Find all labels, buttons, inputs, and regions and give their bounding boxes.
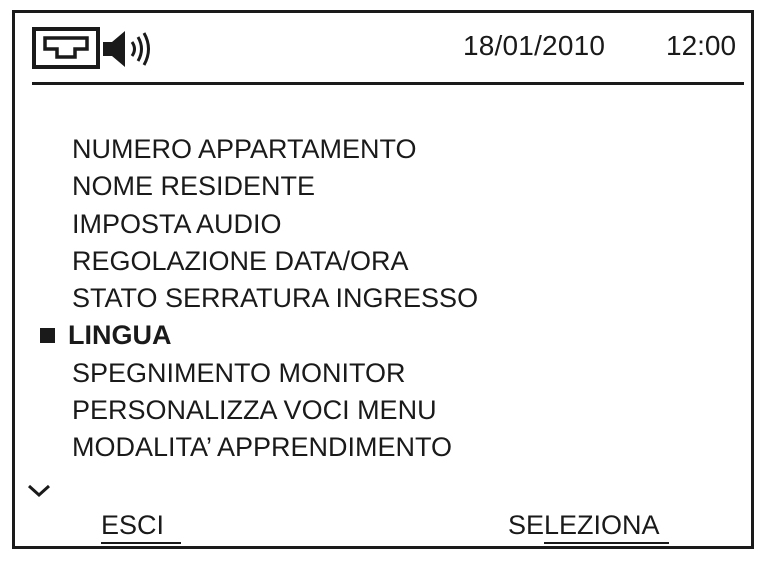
softkey-underline	[544, 542, 669, 544]
menu-item-personalizza-voci-menu[interactable]: PERSONALIZZA VOCI MENU	[15, 392, 751, 429]
speaker-icon	[103, 31, 150, 67]
menu-item-nome-residente[interactable]: NOME RESIDENTE	[15, 168, 751, 205]
menu-item-label: NOME RESIDENTE	[72, 171, 316, 202]
menu-item-label: MODALITA’ APPRENDIMENTO	[72, 432, 453, 463]
menu-item-spegnimento-monitor[interactable]: SPEGNIMENTO MONITOR	[15, 355, 751, 392]
select-softkey-label: SELEZIONA	[508, 510, 660, 540]
menu-item-label: STATO SERRATURA INGRESSO	[72, 283, 479, 314]
menu-item-lingua[interactable]: LINGUA	[15, 317, 751, 354]
header-divider	[32, 82, 744, 85]
menu-item-stato-serratura-ingresso[interactable]: STATO SERRATURA INGRESSO	[15, 280, 751, 317]
exit-softkey-label: ESCI	[101, 510, 165, 540]
menu-item-label: IMPOSTA AUDIO	[72, 208, 282, 239]
menu-item-regolazione-data-ora[interactable]: REGOLAZIONE DATA/ORA	[15, 243, 751, 280]
menu-item-label: NUMERO APPARTAMENTO	[72, 134, 417, 164]
select-softkey[interactable]: SELEZIONA	[508, 510, 669, 544]
status-icons	[31, 25, 181, 73]
settings-menu: NUMERO APPARTAMENTO NOME RESIDENTE IMPOS…	[15, 131, 751, 467]
menu-item-label: SPEGNIMENTO MONITOR	[72, 357, 406, 388]
menu-item-numero-appartamento[interactable]: NUMERO APPARTAMENTO	[15, 131, 751, 168]
exit-softkey[interactable]: ESCI	[101, 510, 181, 544]
menu-item-label: PERSONALIZZA VOCI MENU	[72, 395, 437, 426]
chevron-down-icon[interactable]	[25, 481, 53, 501]
network-icon	[32, 27, 100, 69]
menu-item-imposta-audio[interactable]: IMPOSTA AUDIO	[15, 206, 751, 243]
menu-item-label: REGOLAZIONE DATA/ORA	[72, 245, 409, 276]
menu-item-modalita-apprendimento[interactable]: MODALITA’ APPRENDIMENTO	[15, 429, 751, 466]
menu-item-label: LINGUA	[68, 320, 172, 351]
selection-marker-icon	[40, 328, 55, 344]
softkey-underline	[101, 542, 181, 544]
monitor-screen: 18/01/2010 12:00 NUMERO APPARTAMENTO NOM…	[12, 10, 754, 549]
date-display: 18/01/2010	[463, 30, 606, 61]
status-bar: 18/01/2010 12:00	[15, 13, 751, 85]
time-display: 12:00	[666, 30, 737, 61]
